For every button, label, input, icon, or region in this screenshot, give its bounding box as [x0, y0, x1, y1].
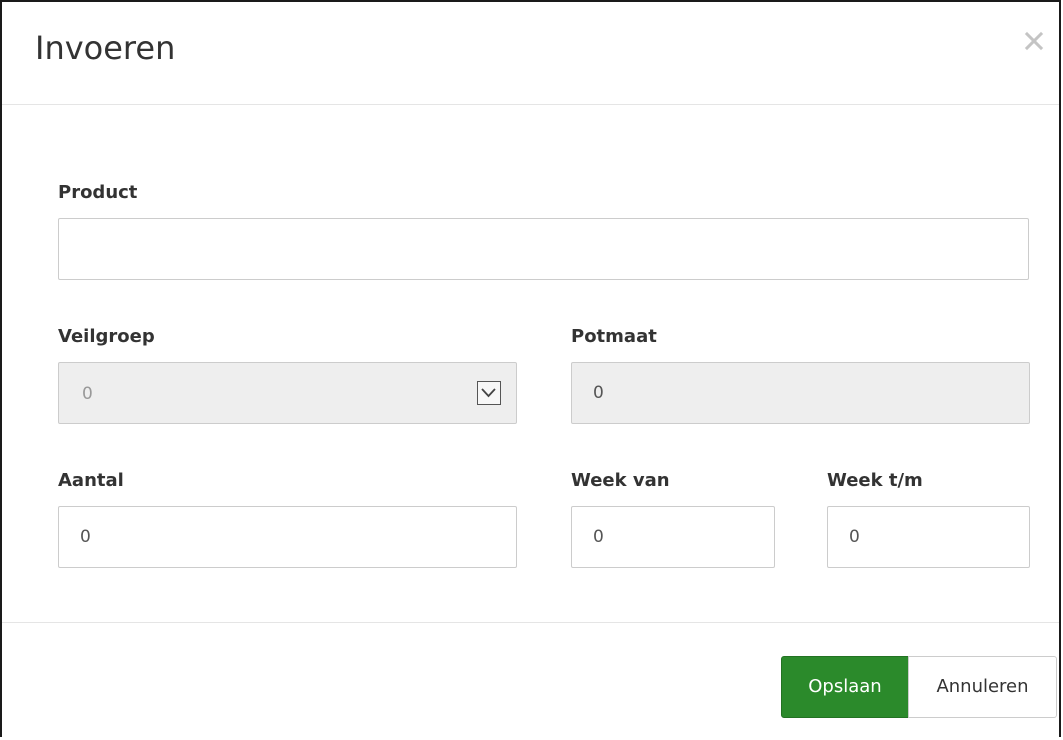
product-input[interactable]	[58, 218, 1029, 280]
dialog-title: Invoeren	[35, 29, 176, 67]
dialog-footer: Opslaan Annuleren	[2, 622, 1059, 740]
week-tm-label: Week t/m	[827, 470, 923, 491]
week-tm-input[interactable]	[827, 506, 1030, 568]
veilgroep-label: Veilgroep	[58, 326, 155, 347]
save-button[interactable]: Opslaan	[781, 656, 909, 718]
veilgroep-selected-value: 0	[82, 384, 93, 404]
dialog-header: Invoeren	[2, 2, 1059, 105]
potmaat-label: Potmaat	[571, 326, 657, 347]
input-dialog: Invoeren Product Veilgroep 0 Potmaat Aan…	[0, 0, 1061, 737]
aantal-input[interactable]	[58, 506, 517, 568]
close-icon	[1019, 26, 1049, 56]
aantal-label: Aantal	[58, 470, 124, 491]
veilgroep-select[interactable]: 0	[58, 362, 517, 424]
close-button[interactable]	[1019, 26, 1049, 56]
potmaat-input	[571, 362, 1030, 424]
cancel-button[interactable]: Annuleren	[908, 656, 1057, 718]
product-label: Product	[58, 182, 138, 203]
chevron-down-icon[interactable]	[477, 381, 501, 405]
week-van-label: Week van	[571, 470, 670, 491]
week-van-input[interactable]	[571, 506, 775, 568]
